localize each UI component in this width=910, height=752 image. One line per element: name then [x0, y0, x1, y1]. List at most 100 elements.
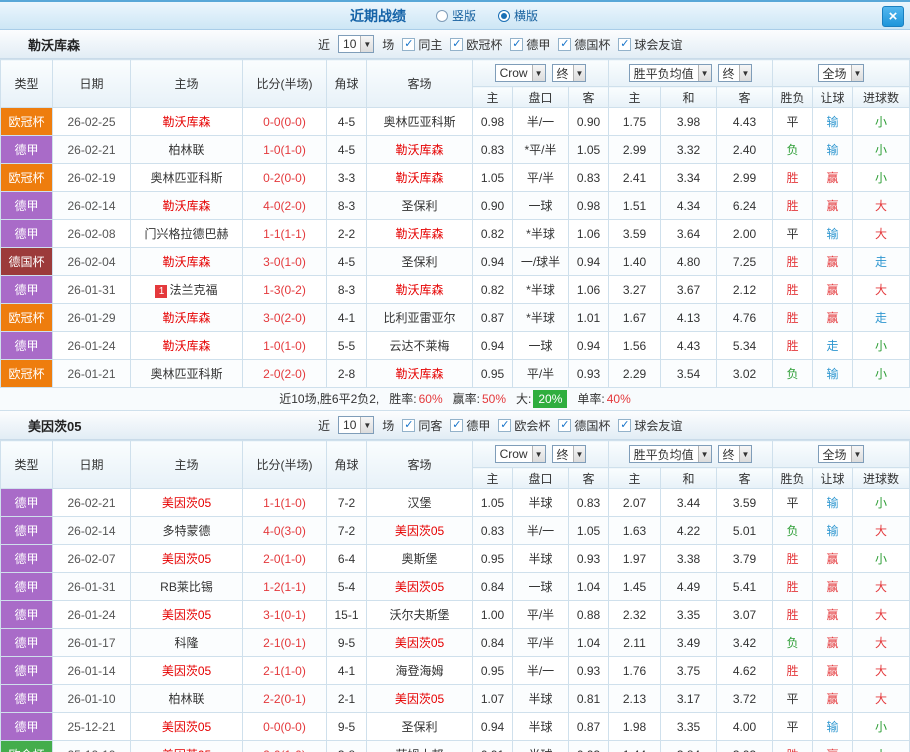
avg-home-odds: 2.32 [609, 601, 661, 629]
scope-select[interactable]: 全场▼ [818, 445, 865, 463]
odds-source-select[interactable]: Crow▼ [495, 64, 546, 82]
summary-tail-label: 单率: [577, 392, 604, 406]
filter-league-checkbox[interactable]: 球会友谊 [618, 36, 682, 53]
home-team: 美因茨05 [131, 601, 243, 629]
scope-select[interactable]: 全场▼ [818, 64, 865, 82]
home-team: 美因茨05 [131, 545, 243, 573]
odds-away: 0.83 [569, 164, 609, 192]
same-venue-checkbox[interactable]: 同主 [402, 36, 442, 53]
odds-stage-select[interactable]: 终▼ [552, 64, 587, 82]
odds-handicap: 平/半 [513, 629, 569, 657]
match-score: 3-0(1-0) [243, 248, 327, 276]
team-label: 比利亚雷亚尔 [383, 311, 455, 325]
same-venue-checkbox[interactable]: 同客 [402, 417, 442, 434]
avg-type-select[interactable]: 胜平负均值▼ [629, 445, 712, 463]
league-badge: 欧冠杯 [1, 108, 53, 136]
avg-draw-odds: 3.17 [661, 685, 717, 713]
team-label: 勒沃库森 [162, 339, 210, 353]
result-goals: 大 [853, 220, 910, 248]
match-count-select[interactable]: 10▼ [338, 416, 374, 434]
odds-home: 0.90 [473, 192, 513, 220]
match-date: 26-01-24 [53, 332, 131, 360]
result-handicap: 输 [813, 108, 853, 136]
team-bar: 美因茨05 近 10▼ 场 同客 德甲欧会杯德国杯球会友谊 [0, 411, 910, 440]
home-team: 1法兰克福 [131, 276, 243, 304]
odds-handicap: 半球 [513, 741, 569, 752]
team-section: 勒沃库森 近 10▼ 场 同主 欧冠杯德甲德国杯球会友谊 类型 日期 主场 [0, 30, 910, 411]
result-wdl: 胜 [773, 164, 813, 192]
team-label: 勒沃库森 [162, 115, 210, 129]
match-row: 德甲 26-02-07 美因茨05 2-0(1-0) 6-4 奥斯堡 0.95 … [1, 545, 910, 573]
close-button[interactable]: × [882, 6, 904, 27]
avg-home-odds: 1.44 [609, 741, 661, 752]
result-goals: 大 [853, 192, 910, 220]
avg-stage-select[interactable]: 终▼ [718, 64, 753, 82]
home-team: 美因茨05 [131, 713, 243, 741]
horizontal-layout-radio[interactable]: 横版 [498, 7, 538, 24]
summary-record: 近10场,胜6平2负2, [279, 392, 379, 406]
checkbox-checked-icon [618, 38, 631, 51]
match-row: 德国杯 26-02-04 勒沃库森 3-0(1-0) 4-5 圣保利 0.94 … [1, 248, 910, 276]
away-team: 圣保利 [367, 248, 473, 276]
avg-stage-select[interactable]: 终▼ [718, 445, 753, 463]
team-label: 勒沃库森 [395, 143, 443, 157]
odds-handicap: *半球 [513, 220, 569, 248]
scope-group-header: 全场▼ [773, 441, 910, 468]
filter-league-checkbox[interactable]: 欧会杯 [498, 417, 550, 434]
match-score: 1-0(1-0) [243, 332, 327, 360]
result-handicap: 输 [813, 713, 853, 741]
filter-league-checkbox[interactable]: 球会友谊 [618, 417, 682, 434]
match-score: 2-0(1-0) [243, 545, 327, 573]
avg-away-odds: 5.34 [717, 332, 773, 360]
odds-source-select[interactable]: Crow▼ [495, 445, 546, 463]
result-goals: 小 [853, 164, 910, 192]
vertical-layout-radio[interactable]: 竖版 [436, 7, 476, 24]
avg-draw-odds: 3.98 [661, 108, 717, 136]
subcol-avg-draw: 和 [661, 468, 717, 489]
result-goals: 小 [853, 713, 910, 741]
filter-league-checkbox[interactable]: 德国杯 [558, 36, 610, 53]
odds-stage-select[interactable]: 终▼ [552, 445, 587, 463]
match-score: 4-0(3-0) [243, 517, 327, 545]
result-goals: 大 [853, 685, 910, 713]
matches-table: 类型 日期 主场 比分(半场) 角球 客场 Crow▼ 终▼ 胜平负均值 [0, 59, 910, 388]
avg-draw-odds: 3.84 [661, 741, 717, 752]
away-team: 奥林匹亚科斯 [367, 108, 473, 136]
odds-home: 0.94 [473, 713, 513, 741]
filter-league-label: 德甲 [466, 417, 490, 434]
titlebar: 近期战绩 竖版 横版 × [0, 0, 910, 30]
checkbox-checked-icon [498, 419, 511, 432]
match-score: 2-0(1-0) [243, 741, 327, 752]
match-date: 26-02-04 [53, 248, 131, 276]
dialog-title: 近期战绩 [350, 6, 406, 26]
filter-league-label: 欧会杯 [514, 417, 550, 434]
result-handicap: 赢 [813, 657, 853, 685]
match-row: 德甲 26-01-31 RB莱比锡 1-2(1-1) 5-4 美因茨05 0.8… [1, 573, 910, 601]
odds-away: 1.05 [569, 517, 609, 545]
avg-away-odds: 4.62 [717, 657, 773, 685]
filter-league-checkbox[interactable]: 德甲 [510, 36, 550, 53]
filter-league-checkbox[interactable]: 德甲 [450, 417, 490, 434]
match-count-select[interactable]: 10▼ [338, 35, 374, 53]
odds-away: 0.94 [569, 332, 609, 360]
odds-home: 1.07 [473, 685, 513, 713]
corner-count: 5-4 [327, 573, 367, 601]
match-date: 26-01-31 [53, 276, 131, 304]
corner-count: 4-5 [327, 108, 367, 136]
filter-league-checkbox[interactable]: 德国杯 [558, 417, 610, 434]
radio-selected-icon [498, 10, 510, 22]
chevron-down-icon: ▼ [698, 65, 711, 81]
avg-type-select[interactable]: 胜平负均值▼ [629, 64, 712, 82]
scope-group-header: 全场▼ [773, 60, 910, 87]
filter-league-checkbox[interactable]: 欧冠杯 [450, 36, 502, 53]
avg-away-odds: 7.25 [717, 248, 773, 276]
chevron-down-icon: ▼ [532, 446, 545, 462]
team-label: 圣保利 [401, 255, 437, 269]
avg-away-odds: 5.41 [717, 573, 773, 601]
odds-home: 0.84 [473, 629, 513, 657]
league-badge: 德国杯 [1, 248, 53, 276]
corner-count: 7-2 [327, 489, 367, 517]
odds-away: 0.81 [569, 685, 609, 713]
result-wdl: 胜 [773, 276, 813, 304]
chevron-down-icon: ▼ [573, 446, 586, 462]
